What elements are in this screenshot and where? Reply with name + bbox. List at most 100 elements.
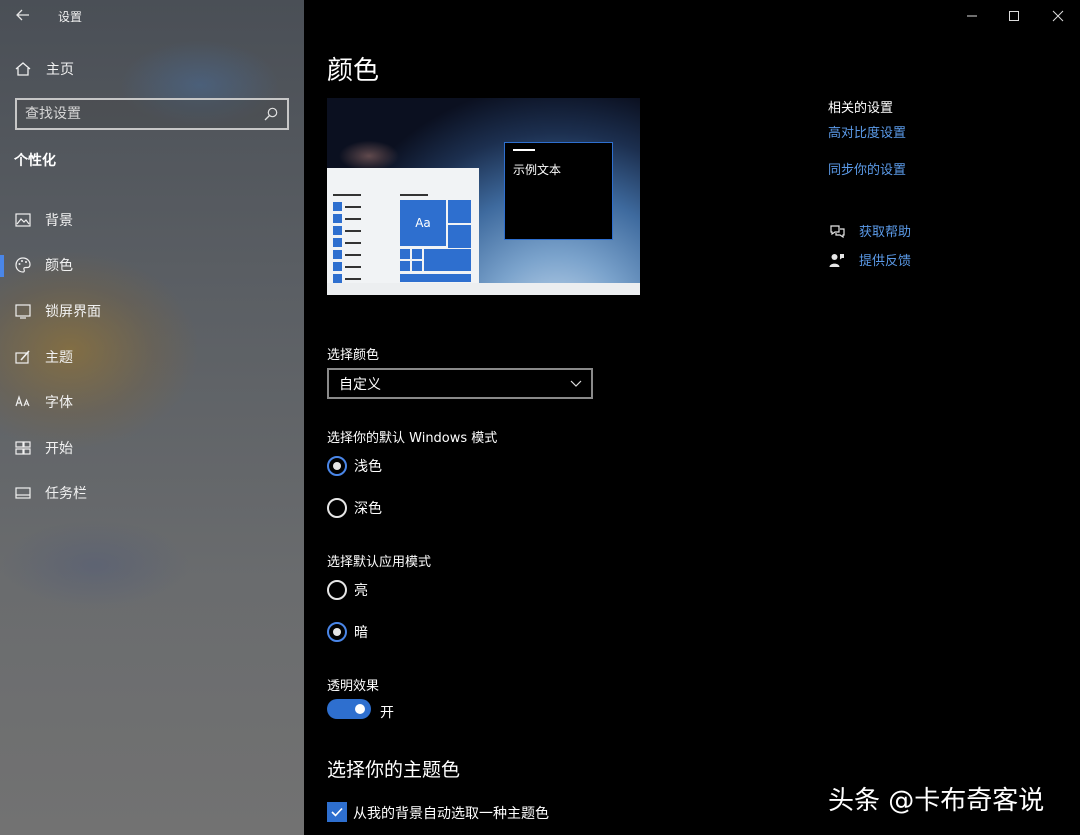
radio-button[interactable] [327,498,347,518]
preview-tile [424,249,471,271]
preview-tile [412,261,422,271]
radio-app-dark[interactable]: 暗 [327,622,368,642]
theme-preview: Aa 示例文本 [327,98,640,295]
preview-block [333,250,342,259]
preview-tile [448,225,471,248]
title-bar: 设置 [0,0,304,32]
accent-section-title: 选择你的主题色 [327,759,461,781]
minimize-icon[interactable] [962,6,982,26]
preview-block [333,262,342,271]
search-icon[interactable] [263,106,279,122]
auto-accent-checkbox[interactable] [327,802,347,822]
sidebar-item-label: 主题 [45,349,73,366]
font-icon [14,393,32,411]
watermark: 头条 @卡布奇客说 [828,786,1045,816]
dropdown-value: 自定义 [339,376,381,393]
preview-line [345,278,361,280]
app-title: 设置 [58,10,83,24]
sidebar-item-label: 字体 [45,395,73,412]
search-box[interactable] [15,98,289,130]
sidebar-item-background[interactable]: 背景 [0,197,304,243]
transparency-label: 透明效果 [327,679,380,694]
sidebar-item-themes[interactable]: 主题 [0,334,304,380]
sync-settings-link[interactable]: 同步你的设置 [828,159,906,178]
preview-line [345,266,361,268]
radio-windows-light[interactable]: 浅色 [327,456,382,476]
feedback-icon [828,251,846,269]
get-help-link[interactable]: 获取帮助 [828,221,911,240]
high-contrast-link[interactable]: 高对比度设置 [828,122,906,141]
radio-app-light[interactable]: 亮 [327,580,368,600]
related-settings-heading: 相关的设置 [828,101,894,116]
sidebar-item-label: 背景 [45,212,73,229]
lock-screen-icon [14,302,32,320]
preview-sample-text: 示例文本 [513,163,562,177]
preview-line [333,194,361,196]
image-icon [14,211,32,229]
sidebar-item-label: 颜色 [45,258,73,275]
sidebar-item-start[interactable]: 开始 [0,425,304,471]
preview-tile [400,249,410,259]
radio-windows-dark[interactable]: 深色 [327,498,382,518]
choose-color-dropdown[interactable]: 自定义 [327,368,593,399]
windows-mode-label: 选择你的默认 Windows 模式 [327,431,498,446]
preview-taskbar [327,283,640,295]
sidebar: 设置 主页 个性化 背景 颜色 [0,0,304,835]
sidebar-item-taskbar[interactable]: 任务栏 [0,471,304,517]
preview-line [345,254,361,256]
radio-button[interactable] [327,580,347,600]
main-content: 颜色 Aa 示例文本 选择颜色 自定义 选择你的默认 Windows 模式 浅色… [304,0,1080,835]
choose-color-label: 选择颜色 [327,348,380,363]
toggle-state-label: 开 [380,705,394,721]
sidebar-item-label: 开始 [45,440,73,457]
radio-label: 浅色 [354,459,382,475]
preview-line [345,206,361,208]
preview-line [345,218,361,220]
radio-button[interactable] [327,456,347,476]
radio-label: 暗 [354,625,368,641]
preview-block [333,226,342,235]
sidebar-item-label: 任务栏 [45,486,87,503]
preview-tile [448,200,471,223]
active-indicator [0,254,4,277]
feedback-link[interactable]: 提供反馈 [828,250,911,269]
auto-accent-label: 从我的背景自动选取一种主题色 [353,806,549,822]
preview-tile [400,261,410,271]
help-label: 获取帮助 [859,225,912,240]
feedback-label: 提供反馈 [859,254,912,269]
sidebar-item-fonts[interactable]: 字体 [0,379,304,425]
sidebar-item-lock-screen[interactable]: 锁屏界面 [0,288,304,334]
back-arrow-icon[interactable] [14,6,32,24]
sidebar-backdrop-blur [0,520,190,610]
section-heading: 个性化 [14,153,56,169]
preview-block [333,274,342,283]
help-chat-icon [828,222,846,240]
radio-button[interactable] [327,622,347,642]
palette-icon [14,256,32,274]
sidebar-item-home[interactable]: 主页 [14,58,74,80]
sidebar-item-label: 锁屏界面 [45,303,101,320]
preview-tile-aa: Aa [400,200,446,246]
preview-tile [400,274,471,282]
preview-line [513,149,535,151]
preview-line [400,194,428,196]
chevron-down-icon [569,376,583,390]
sidebar-nav: 背景 颜色 锁屏界面 主题 字体 开始 任务栏 [0,197,304,516]
preview-line [345,230,361,232]
transparency-toggle[interactable] [327,699,371,719]
radio-label: 深色 [354,501,382,517]
start-icon [14,439,32,457]
sidebar-item-label: 主页 [46,62,74,78]
radio-label: 亮 [354,583,368,599]
close-icon[interactable] [1048,6,1068,26]
taskbar-icon [14,484,32,502]
home-icon [14,60,32,78]
sidebar-item-colors[interactable]: 颜色 [0,243,304,289]
checkmark-icon [331,807,343,817]
maximize-icon[interactable] [1004,6,1024,26]
preview-block [333,214,342,223]
page-title: 颜色 [327,56,380,86]
preview-block [333,202,342,211]
preview-tile [412,249,422,259]
search-input[interactable] [25,106,263,122]
